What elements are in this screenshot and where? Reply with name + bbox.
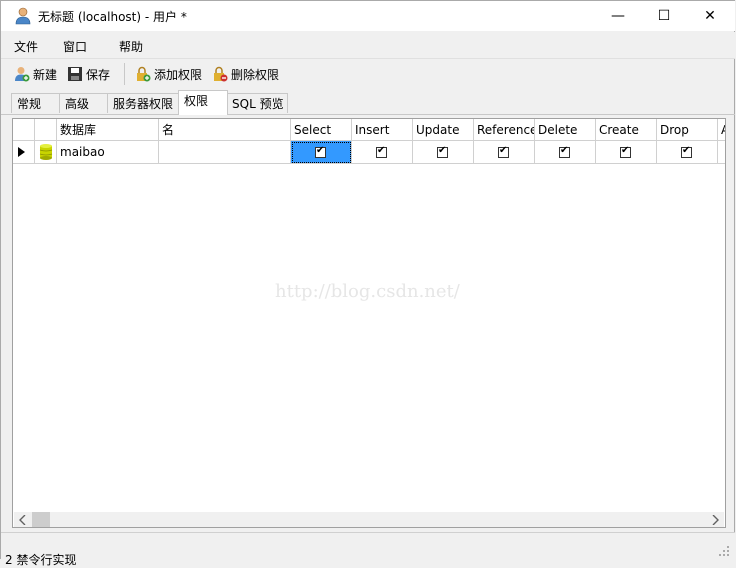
tab-strip: 常规 高级 服务器权限 权限 SQL 预览 (1, 90, 735, 115)
menu-help[interactable]: 帮助 (119, 38, 143, 55)
tab-privileges[interactable]: 权限 (178, 90, 228, 115)
close-button[interactable]: ✕ (687, 1, 733, 31)
insert-checkbox[interactable] (376, 144, 387, 158)
menu-window[interactable]: 窗口 (63, 38, 87, 55)
scroll-right-icon[interactable] (711, 515, 719, 525)
toolbar: 新建 保存 添加权限 删除权限 (1, 59, 735, 89)
user-app-icon (15, 7, 31, 25)
column-header-database[interactable]: 数据库 (57, 119, 159, 141)
menu-file[interactable]: 文件 (14, 38, 38, 55)
delete-cell[interactable] (535, 141, 596, 164)
tab-general[interactable]: 常规 (11, 93, 61, 113)
select-cell[interactable] (291, 141, 352, 164)
column-header-drop[interactable]: Drop (657, 119, 718, 141)
save-icon (68, 67, 82, 81)
database-icon-cell (35, 141, 57, 164)
create-cell[interactable] (596, 141, 657, 164)
delete-privilege-button[interactable]: 删除权限 (212, 65, 279, 83)
save-button[interactable]: 保存 (67, 65, 110, 83)
tab-server-privileges[interactable]: 服务器权限 (107, 93, 179, 113)
status-bar: 2 禁令行实现 (1, 532, 735, 567)
toolbar-separator (124, 63, 125, 85)
scroll-left-icon[interactable] (19, 515, 27, 525)
update-checkbox[interactable] (437, 144, 448, 158)
privileges-grid[interactable]: 数据库 名 Select Insert Update Reference Del… (12, 118, 726, 528)
delete-checkbox[interactable] (559, 144, 570, 158)
new-button[interactable]: 新建 (14, 65, 57, 83)
select-checkbox[interactable] (315, 144, 326, 158)
tab-advanced[interactable]: 高级 (59, 93, 109, 113)
column-header-update[interactable]: Update (413, 119, 474, 141)
horizontal-scrollbar[interactable] (14, 512, 724, 527)
insert-cell[interactable] (352, 141, 413, 164)
menu-bar: 文件 窗口 帮助 (1, 32, 735, 59)
add-privilege-label: 添加权限 (154, 67, 203, 82)
drop-cell[interactable] (657, 141, 718, 164)
delete-lock-icon (214, 66, 228, 82)
add-lock-icon (137, 66, 151, 82)
minimize-button[interactable]: — (595, 1, 641, 31)
row-indicator (13, 141, 35, 164)
close-icon: ✕ (704, 8, 716, 24)
scrollbar-thumb[interactable] (32, 512, 50, 527)
column-header-insert[interactable]: Insert (352, 119, 413, 141)
column-header-reference[interactable]: Reference (474, 119, 535, 141)
database-cell[interactable]: maibao (57, 141, 159, 164)
update-cell[interactable] (413, 141, 474, 164)
maximize-button[interactable]: ☐ (641, 1, 687, 31)
column-header-select[interactable]: Select (291, 119, 352, 141)
watermark: http://blog.csdn.net/ (275, 281, 460, 302)
column-header-more[interactable]: A (718, 119, 725, 141)
tab-sql-preview[interactable]: SQL 预览 (226, 93, 288, 113)
database-icon (39, 144, 53, 160)
current-row-arrow-icon (18, 147, 25, 157)
drop-checkbox[interactable] (681, 144, 692, 158)
new-user-icon (15, 67, 30, 82)
status-text: 2 禁令行实现 (5, 553, 77, 567)
column-header-create[interactable]: Create (596, 119, 657, 141)
name-cell[interactable] (159, 141, 291, 164)
delete-privilege-label: 删除权限 (231, 67, 280, 82)
title-bar[interactable]: 无标题 (localhost) - 用户 * — ☐ ✕ (1, 1, 735, 31)
icon-header (35, 119, 57, 141)
save-label: 保存 (86, 67, 111, 82)
row-indicator-header (13, 119, 35, 141)
grid-header: 数据库 名 Select Insert Update Reference Del… (13, 119, 725, 141)
maximize-icon: ☐ (657, 8, 671, 24)
more-cell[interactable] (718, 141, 725, 164)
add-privilege-button[interactable]: 添加权限 (135, 65, 202, 83)
app-window: 无标题 (localhost) - 用户 * — ☐ ✕ 文件 窗口 帮助 新建… (0, 0, 735, 567)
reference-checkbox[interactable] (498, 144, 509, 158)
create-checkbox[interactable] (620, 144, 631, 158)
window-title: 无标题 (localhost) - 用户 * (38, 10, 187, 24)
minimize-icon: — (611, 8, 625, 24)
reference-cell[interactable] (474, 141, 535, 164)
resize-grip-icon[interactable] (719, 546, 729, 556)
new-label: 新建 (33, 67, 58, 82)
column-header-delete[interactable]: Delete (535, 119, 596, 141)
table-row[interactable]: maibao (13, 141, 725, 164)
column-header-name[interactable]: 名 (159, 119, 291, 141)
